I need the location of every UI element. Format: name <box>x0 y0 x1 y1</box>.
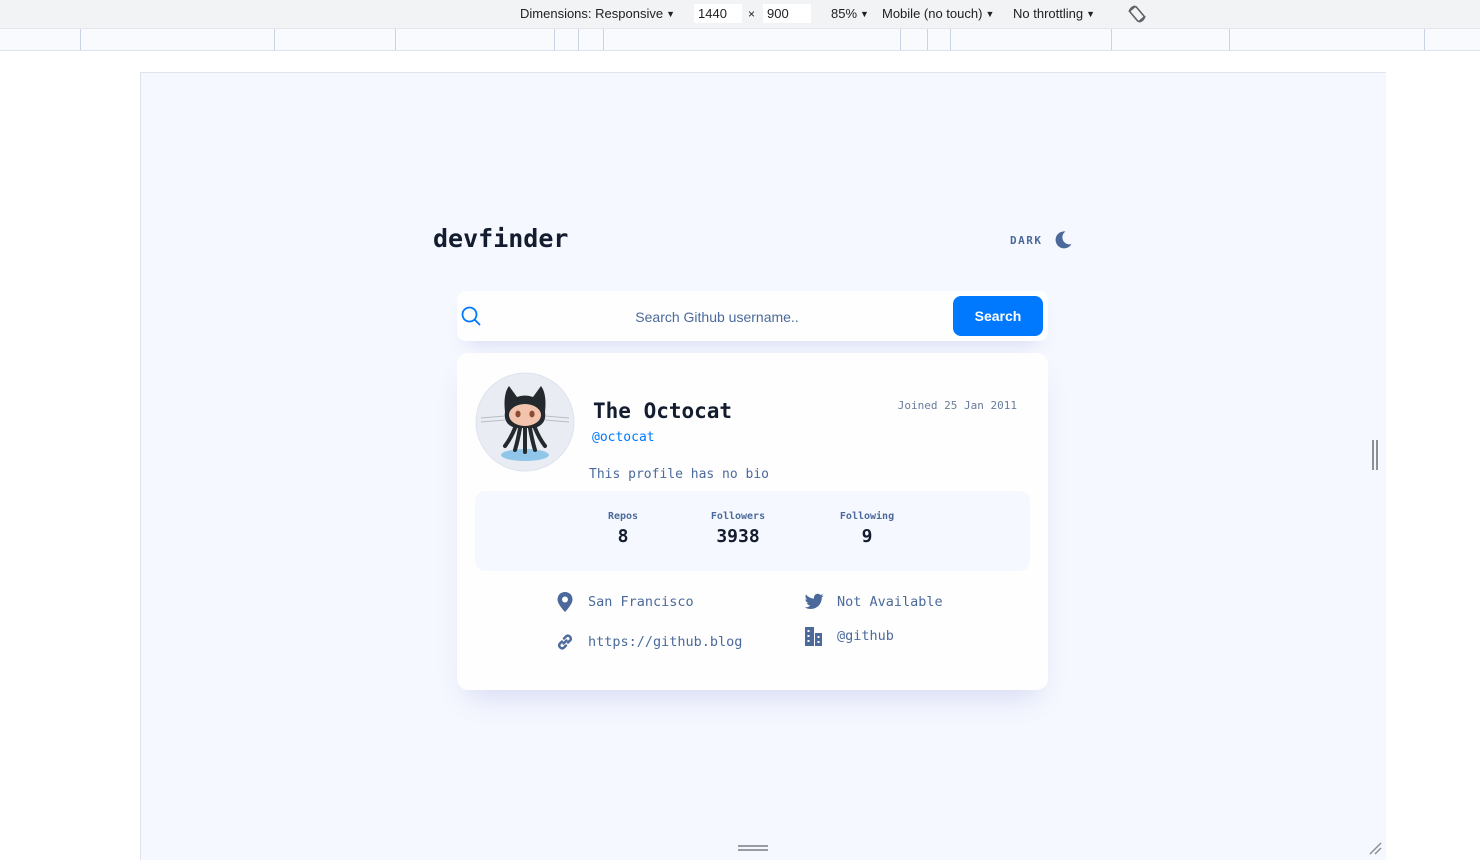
device-toolbar: Dimensions: Responsive▼ × 85%▼ Mobile (n… <box>0 0 1480 29</box>
stat-label: Repos <box>607 511 639 522</box>
stat-label: Following <box>839 511 895 522</box>
caret-down-icon: ▼ <box>1086 9 1096 19</box>
stat-value: 9 <box>861 526 873 547</box>
dimensions-label: Dimensions: Responsive <box>520 6 664 21</box>
profile-login-link[interactable]: @octocat <box>592 430 655 445</box>
profile-card: The Octocat @octocat Joined 25 Jan 2011 … <box>457 353 1048 690</box>
twitter-text: Not Available <box>837 594 943 610</box>
times-sign: × <box>748 7 756 21</box>
company-building-icon <box>805 627 822 646</box>
stat-value: 8 <box>617 526 629 547</box>
caret-down-icon: ▼ <box>985 9 995 19</box>
company-link[interactable]: @github <box>837 628 894 644</box>
rotate-icon[interactable] <box>1126 3 1148 25</box>
company-item[interactable]: @github <box>803 625 894 647</box>
joined-date: Joined 25 Jan 2011 <box>897 399 1017 412</box>
theme-toggle[interactable]: DARK <box>1010 230 1073 250</box>
twitter-icon <box>804 593 824 609</box>
stats-panel: Repos 8 Followers 3938 Following 9 <box>475 491 1030 571</box>
zoom-dropdown[interactable]: 85% ▼ <box>831 6 869 21</box>
location-text: San Francisco <box>588 594 694 610</box>
stat-label: Followers <box>710 511 766 522</box>
media-query-ruler <box>0 29 1480 51</box>
profile-name: The Octocat <box>593 399 733 423</box>
search-input[interactable] <box>485 301 949 333</box>
blog-item[interactable]: https://github.blog <box>554 631 742 653</box>
resize-handle-right[interactable] <box>1372 440 1378 470</box>
moon-icon <box>1055 231 1071 249</box>
blog-link[interactable]: https://github.blog <box>588 634 742 650</box>
resize-corner-icon[interactable] <box>1367 840 1383 856</box>
avatar <box>475 372 575 472</box>
dimensions-dropdown[interactable]: Dimensions: Responsive ▼ <box>520 6 675 21</box>
app-logo: devfinder <box>433 224 569 253</box>
profile-bio: This profile has no bio <box>589 467 770 482</box>
twitter-item: Not Available <box>803 591 943 613</box>
caret-down-icon: ▼ <box>666 9 675 19</box>
stat-value: 3938 <box>716 526 760 547</box>
height-input[interactable] <box>763 4 811 23</box>
stat-following: Following 9 <box>817 511 917 547</box>
device-mode-dropdown[interactable]: Mobile (no touch) ▼ <box>882 6 994 21</box>
search-button[interactable]: Search <box>953 296 1043 336</box>
device-mode-label: Mobile (no touch) <box>882 6 983 21</box>
link-icon <box>558 634 572 650</box>
search-icon <box>461 306 481 326</box>
width-input[interactable] <box>694 4 742 23</box>
caret-down-icon: ▼ <box>860 9 869 19</box>
stat-followers: Followers 3938 <box>688 511 788 547</box>
zoom-label: 85% <box>831 6 858 21</box>
search-bar: Search <box>457 291 1048 341</box>
theme-toggle-label: DARK <box>1010 233 1043 247</box>
location-pin-icon <box>557 592 573 612</box>
location-item: San Francisco <box>554 591 694 613</box>
stat-repos: Repos 8 <box>573 511 673 547</box>
throttling-dropdown[interactable]: No throttling ▼ <box>1013 6 1095 21</box>
throttling-label: No throttling <box>1013 6 1084 21</box>
resize-handle-bottom[interactable] <box>738 845 768 853</box>
